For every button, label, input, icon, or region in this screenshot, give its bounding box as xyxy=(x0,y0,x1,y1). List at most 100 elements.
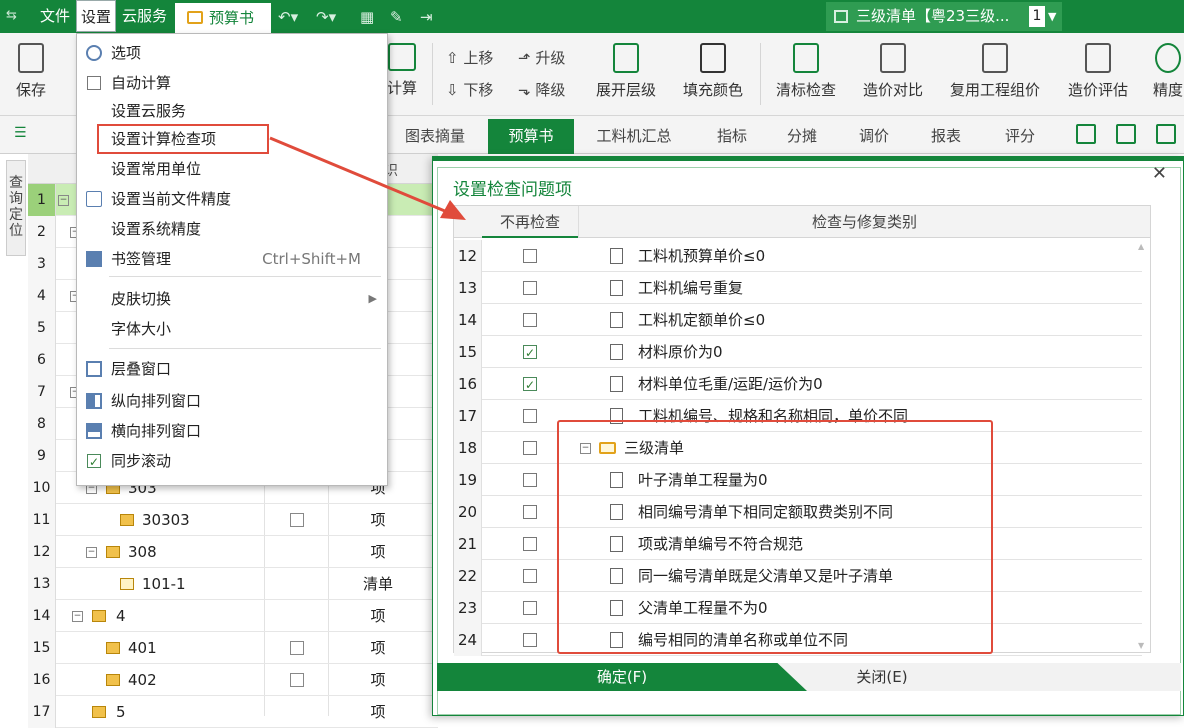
collapse-toggle-icon[interactable]: − xyxy=(72,611,83,622)
save-button[interactable]: 保存 xyxy=(6,33,56,113)
reuse-pricing-button[interactable]: 复用工程组价 xyxy=(944,33,1046,113)
cost-compare-button[interactable]: 造价对比 xyxy=(856,33,930,113)
menu-cloud[interactable]: 云服务 xyxy=(118,0,171,33)
checkbox-icon[interactable] xyxy=(523,441,537,455)
checkbox-icon[interactable] xyxy=(523,569,537,583)
menu-item-cascade[interactable]: 层叠窗口 xyxy=(77,354,387,384)
menu-item-file-precision[interactable]: 设置当前文件精度 xyxy=(77,184,387,214)
checkbox-checked-icon[interactable]: ✓ xyxy=(523,377,537,392)
close-button[interactable]: 关闭(E) xyxy=(807,663,957,691)
insert-child-icon[interactable] xyxy=(1116,124,1136,144)
check-item-row[interactable]: 16 ✓ 材料单位毛重/运距/运价为0 xyxy=(454,368,1142,400)
list-menu-icon[interactable]: ☰ xyxy=(14,125,27,141)
exit-icon[interactable]: ⇥ xyxy=(420,8,433,26)
check-item-row[interactable]: 15 ✓ 材料原价为0 xyxy=(454,336,1142,368)
table-row[interactable]: 14 − 4 项 xyxy=(28,600,438,632)
fill-color-button[interactable]: 填充颜色 xyxy=(678,33,748,113)
checkbox-icon[interactable] xyxy=(523,249,537,263)
dialog-title: 设置检查问题项 xyxy=(453,180,572,200)
checkbox-icon[interactable] xyxy=(523,537,537,551)
table-row[interactable]: 15 401 项 xyxy=(28,632,438,664)
query-locate-panel[interactable]: 查询定位 xyxy=(6,160,26,256)
scroll-down-icon[interactable]: ▼ xyxy=(1138,641,1144,650)
file-tab[interactable]: 三级清单【粤23三级... 1 ▼ xyxy=(826,2,1062,31)
table-row[interactable]: 12 − 308 项 xyxy=(28,536,438,568)
ok-button[interactable]: 确定(F) xyxy=(437,663,807,691)
checkbox-checked-icon[interactable]: ✓ xyxy=(523,345,537,360)
demote-icon: ⬎ xyxy=(518,81,536,99)
table-row[interactable]: 16 402 项 xyxy=(28,664,438,696)
checkbox-icon[interactable] xyxy=(523,473,537,487)
menu-item-vertical[interactable]: 纵向排列窗口 xyxy=(77,386,387,416)
menu-settings[interactable]: 设置 xyxy=(76,0,117,32)
tab-budget[interactable]: 预算书 xyxy=(488,119,574,154)
chevron-down-icon[interactable]: ▼ xyxy=(1048,2,1056,31)
tab-price-adjust[interactable]: 调价 xyxy=(842,119,906,154)
unit-cell: 清单 xyxy=(362,575,393,593)
paint-bucket-icon xyxy=(700,43,726,73)
expand-levels-button[interactable]: 展开层级 xyxy=(590,33,662,113)
collapse-toggle-icon[interactable]: − xyxy=(86,547,97,558)
bid-check-button[interactable]: 清标检查 xyxy=(770,33,842,113)
menu-item-sys-precision[interactable]: 设置系统精度 xyxy=(77,214,387,244)
precision-button[interactable]: 精度 xyxy=(1148,33,1184,113)
tab-materials-summary[interactable]: 工料机汇总 xyxy=(584,119,684,154)
checkbox-icon[interactable] xyxy=(523,633,537,647)
checkbox-icon[interactable] xyxy=(523,505,537,519)
menu-item-bookmarks[interactable]: 书签管理 Ctrl+Shift+M xyxy=(77,244,387,274)
row-checkbox[interactable] xyxy=(290,513,304,527)
header-category[interactable]: 检查与修复类别 xyxy=(578,206,1150,238)
row-checkbox[interactable] xyxy=(290,673,304,687)
table-row[interactable]: 11 30303 项 xyxy=(28,504,438,536)
row-number: 15 xyxy=(454,336,482,368)
close-icon[interactable]: ✕ xyxy=(1152,163,1167,184)
menu-item-common-units[interactable]: 设置常用单位 xyxy=(77,154,387,184)
cost-evaluate-button[interactable]: 造价评估 xyxy=(1062,33,1134,113)
collapse-toggle-icon[interactable]: − xyxy=(58,195,69,206)
calculator-icon[interactable]: ▦ xyxy=(360,8,374,26)
edit-row-icon[interactable] xyxy=(1156,124,1176,144)
undo-icon[interactable]: ↶▾ xyxy=(278,8,298,26)
tab-allocation[interactable]: 分摊 xyxy=(772,119,832,154)
checkbox-icon[interactable] xyxy=(523,313,537,327)
tab-chart-quantity[interactable]: 图表摘量 xyxy=(392,119,478,154)
tab-indicators[interactable]: 指标 xyxy=(700,119,764,154)
menu-file[interactable]: 文件 xyxy=(36,0,74,33)
row-number: 17 xyxy=(28,696,56,728)
menu-item-auto-calc[interactable]: 自动计算 xyxy=(77,68,387,98)
checkbox-icon[interactable] xyxy=(523,409,537,423)
vertical-scrollbar[interactable]: ▲ ▼ xyxy=(1136,242,1148,650)
redo-icon[interactable]: ↷▾ xyxy=(316,8,336,26)
checkbox-icon[interactable] xyxy=(523,281,537,295)
check-item-row[interactable]: 12 工料机预算单价≤0 xyxy=(454,240,1142,272)
menu-item-options[interactable]: 选项 xyxy=(77,38,387,68)
insert-row-icon[interactable] xyxy=(1076,124,1096,144)
move-up-button[interactable]: ⇧ 上移 xyxy=(446,47,493,68)
tab-scoring[interactable]: 评分 xyxy=(988,119,1052,154)
menu-item-label: 横向排列窗口 xyxy=(111,422,202,440)
promote-button[interactable]: ⬏ 升级 xyxy=(518,47,565,68)
checkbox-icon[interactable] xyxy=(87,76,101,90)
row-number: 20 xyxy=(454,496,482,528)
menu-item-sync-scroll[interactable]: ✓ 同步滚动 xyxy=(77,446,387,476)
checkbox-icon[interactable] xyxy=(523,601,537,615)
row-checkbox[interactable] xyxy=(290,641,304,655)
menu-item-skin[interactable]: 皮肤切换 ▶ xyxy=(77,284,387,314)
check-item-row[interactable]: 13 工料机编号重复 xyxy=(454,272,1142,304)
menu-item-check-items[interactable]: 设置计算检查项 xyxy=(97,124,269,154)
scroll-up-icon[interactable]: ▲ xyxy=(1138,242,1144,251)
header-no-check[interactable]: 不再检查 xyxy=(482,206,578,238)
edit-icon[interactable]: ✎ xyxy=(390,8,403,26)
doc-tab-budget[interactable]: 预算书 xyxy=(175,3,271,33)
menu-item-cloud[interactable]: 设置云服务 xyxy=(77,96,387,126)
check-item-row[interactable]: 14 工料机定额单价≤0 xyxy=(454,304,1142,336)
table-row[interactable]: 13 101-1 清单 xyxy=(28,568,438,600)
row-number: 7 xyxy=(28,376,56,408)
menu-item-font-size[interactable]: 字体大小 xyxy=(77,314,387,344)
move-down-button[interactable]: ⇩ 下移 xyxy=(446,79,493,100)
tab-reports[interactable]: 报表 xyxy=(914,119,978,154)
table-row[interactable]: 17 5 项 xyxy=(28,696,438,728)
menu-item-horizontal[interactable]: 横向排列窗口 xyxy=(77,416,387,446)
checkbox-checked-icon[interactable]: ✓ xyxy=(87,454,101,469)
demote-button[interactable]: ⬎ 降级 xyxy=(518,79,565,100)
